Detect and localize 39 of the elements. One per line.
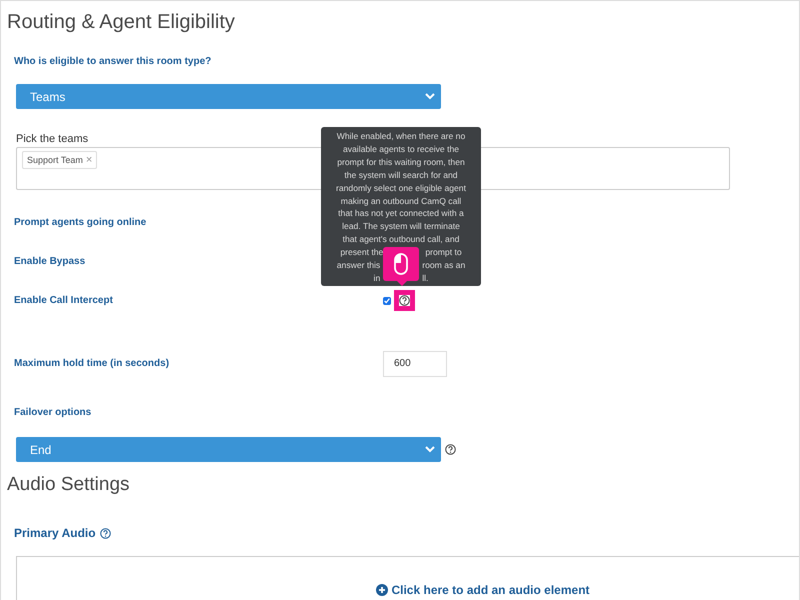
help-icon[interactable] [399,295,410,306]
tooltip-text: that has not yet connected with a [338,207,464,220]
setting-label: Maximum hold time (in seconds) [14,358,170,369]
field-label: Pick the teams [16,133,88,145]
failover-select[interactable]: End [16,437,441,462]
setting-label: Prompt agents going online [14,217,146,228]
tooltip-text: answer this [336,259,380,272]
plus-circle-icon [376,584,388,596]
tooltip-text: present the [340,246,384,260]
field-label: Failover options [14,407,92,418]
tooltip-text: room as an [422,259,466,272]
section-title: Routing & Agent Eligibility [7,11,236,34]
tag-label: Support Team [27,155,83,165]
tooltip-text: making an outbound CamQ call [340,194,462,208]
section-title: Audio Settings [7,474,131,496]
help-icon[interactable] [100,528,111,538]
intercept-checkbox[interactable] [383,296,391,304]
remove-tag-button[interactable]: × [86,154,92,166]
tooltip-text: ll. [422,272,428,285]
number-field[interactable]: 600 [383,350,447,376]
setting-label: Enable Call Intercept [14,295,113,306]
field-label: Who is eligible to answer this room type? [14,56,212,67]
tooltip-text: lead. The system will terminate [342,220,460,234]
tooltip-text: prompt for this waiting room, then [337,156,465,169]
tooltip-text: the system will search for and [344,168,458,182]
caret-icon [425,93,435,100]
add-audio-link[interactable]: Click here to add an audio element [376,582,590,597]
tooltip-text: in [374,272,380,285]
tooltip-text: While enabled, when there are no [336,130,466,143]
setting-label: Enable Bypass [14,256,86,267]
tooltip-text: randomly select one eligible agent [336,182,466,195]
tooltip-text: that agent's outbound call, and [342,233,460,246]
field-label: Primary Audio [14,526,96,540]
eligibility-select[interactable]: Teams [16,84,441,109]
help-icon[interactable] [445,444,456,455]
mouse-icon [394,253,408,275]
tooltip-text: available agents to receive the [342,142,460,156]
caret-icon [425,446,435,453]
tooltip-text: prompt to [425,246,462,260]
